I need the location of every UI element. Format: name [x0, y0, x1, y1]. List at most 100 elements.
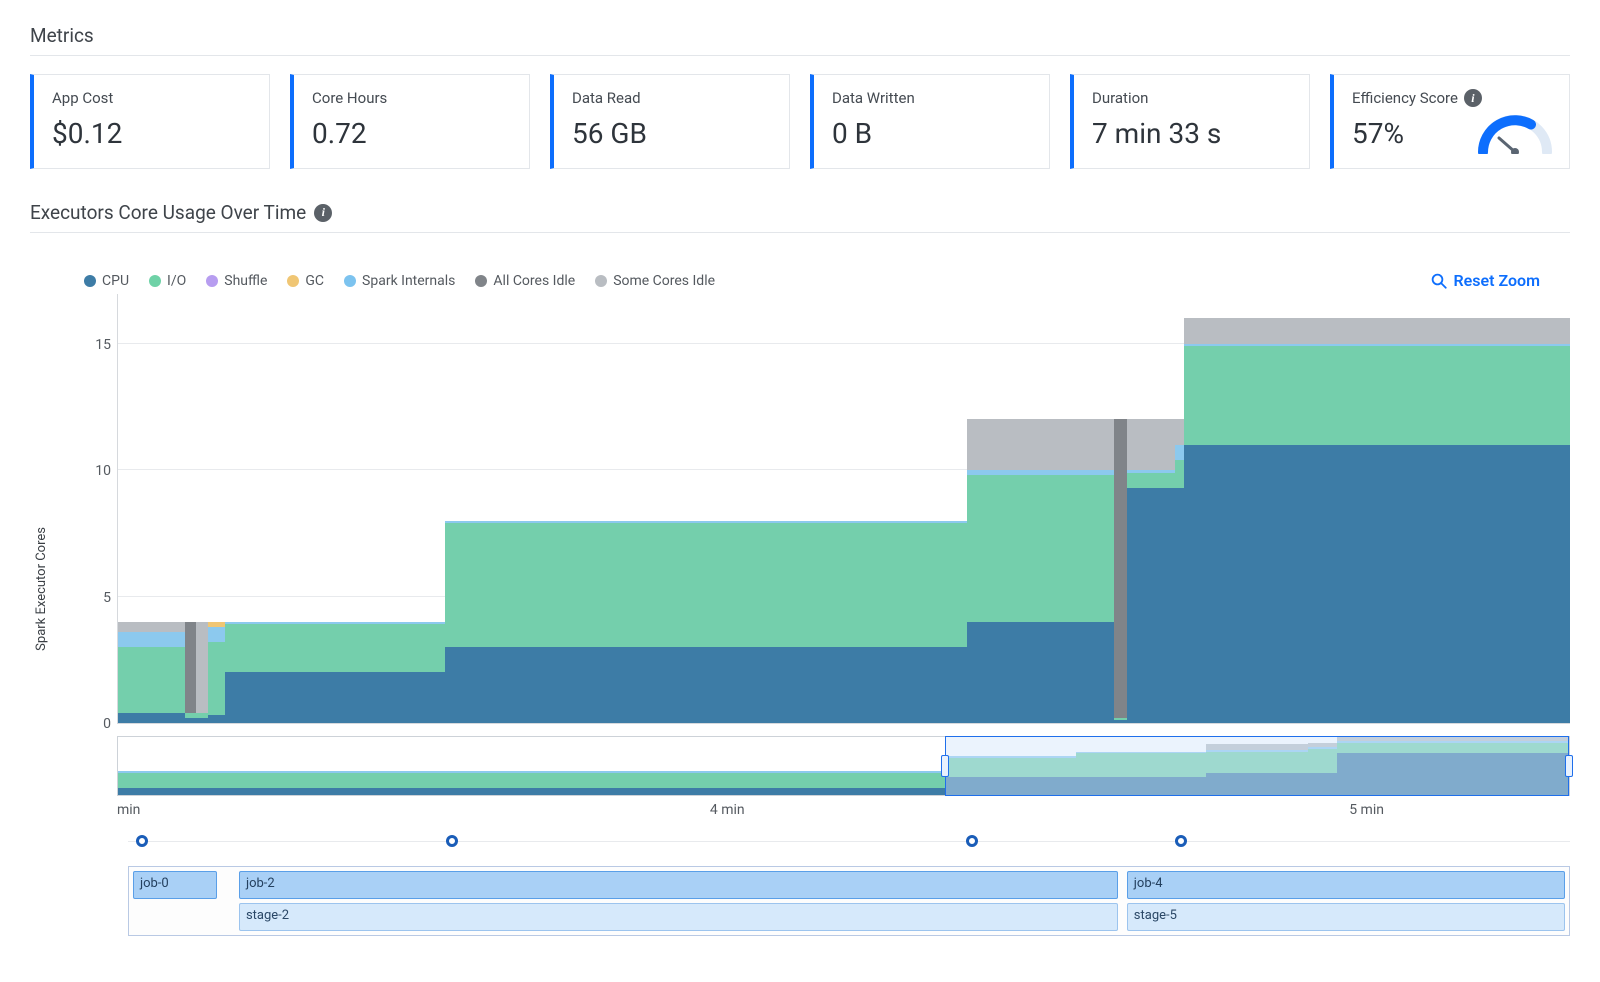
event-marker-icon[interactable]: [136, 835, 148, 847]
legend-swatch: [149, 275, 161, 287]
metric-card-data-read: Data Read 56 GB: [550, 74, 790, 169]
chart-segment-spark-internals: [208, 627, 225, 642]
stage-bar-stage-2[interactable]: stage-2: [239, 903, 1118, 931]
efficiency-gauge-icon: [1475, 112, 1555, 158]
overview-chart[interactable]: [117, 736, 1570, 796]
metric-card-label: Efficiency Scorei: [1352, 89, 1551, 107]
divider: [30, 55, 1570, 56]
chart-segment-i-o: [786, 523, 968, 647]
section-title-metrics: Metrics: [30, 24, 1570, 47]
chart-segment-all-cores-idle: [1114, 419, 1127, 717]
chart-segment-i-o: [196, 713, 208, 718]
metric-card-data-written: Data Written 0 B: [810, 74, 1050, 169]
info-icon[interactable]: i: [1464, 89, 1482, 107]
overview-segment: [118, 771, 945, 773]
event-marker-icon[interactable]: [1175, 835, 1187, 847]
chart-segment-i-o: [1114, 718, 1127, 721]
chart-segment-i-o: [1175, 460, 1184, 488]
metric-card-label-text: Data Written: [832, 89, 915, 107]
gantt-row-stages: stage-2 stage-5: [133, 903, 1565, 931]
event-marker-icon[interactable]: [966, 835, 978, 847]
chart-segment-cpu: [225, 672, 444, 723]
chart-segment-cpu: [1127, 488, 1175, 723]
metric-card-value: 56 GB: [572, 117, 771, 150]
legend-swatch: [206, 275, 218, 287]
y-axis-label: Spark Executor Cores: [30, 467, 49, 651]
chart-segment-i-o: [1184, 346, 1570, 445]
metric-card-label-text: App Cost: [52, 89, 113, 107]
legend-label: GC: [305, 273, 324, 289]
metric-card-value: 7 min 33 s: [1092, 117, 1291, 150]
divider: [30, 232, 1570, 233]
chart-segment-spark-internals: [225, 622, 444, 625]
legend-item-cpu[interactable]: CPU: [84, 273, 129, 289]
legend-item-i-o[interactable]: I/O: [149, 273, 186, 289]
chart-segment-spark-internals: [1127, 470, 1175, 473]
job-bar-job-4[interactable]: job-4: [1127, 871, 1565, 899]
chart-segment-gc: [208, 622, 225, 627]
y-axis-ticks: 051015: [49, 294, 117, 724]
metric-card-label: Data Read: [572, 89, 771, 107]
chart-segment-some-cores-idle: [1175, 419, 1184, 444]
metric-card-label: Duration: [1092, 89, 1291, 107]
y-tick: 5: [103, 590, 111, 606]
legend-item-shuffle[interactable]: Shuffle: [206, 273, 267, 289]
x-tick: min: [117, 802, 140, 818]
chart-segment-cpu: [118, 713, 185, 723]
job-bar-job-0[interactable]: job-0: [133, 871, 217, 899]
y-tick: 10: [95, 463, 111, 479]
legend-item-some-cores-idle[interactable]: Some Cores Idle: [595, 273, 715, 289]
chart-segment-some-cores-idle: [1184, 318, 1570, 343]
brush-handle[interactable]: [1565, 755, 1573, 777]
metric-card-label-text: Data Read: [572, 89, 641, 107]
reset-zoom-button[interactable]: Reset Zoom: [1430, 271, 1540, 290]
job-bar-job-2[interactable]: job-2: [239, 871, 1118, 899]
reset-zoom-label: Reset Zoom: [1454, 271, 1540, 290]
event-marker-row: [128, 824, 1570, 858]
gantt-row-jobs: job-0 job-2 job-4: [133, 871, 1565, 899]
stage-bar-stage-5[interactable]: stage-5: [1127, 903, 1565, 931]
metric-card-value: 0.72: [312, 117, 511, 150]
legend-label: Shuffle: [224, 273, 267, 289]
metric-card-core-hours: Core Hours 0.72: [290, 74, 530, 169]
overview-segment: [118, 788, 945, 796]
legend-label: I/O: [167, 273, 186, 289]
info-icon[interactable]: i: [314, 204, 332, 222]
chart-segment-i-o: [225, 624, 444, 672]
y-tick: 0: [103, 716, 111, 732]
legend-label: Some Cores Idle: [613, 273, 715, 289]
legend-item-gc[interactable]: GC: [287, 273, 324, 289]
metric-card-label: Core Hours: [312, 89, 511, 107]
chart-segment-cpu: [196, 718, 208, 723]
chart-segment-cpu: [967, 622, 1114, 723]
metric-card-value: 0 B: [832, 117, 1031, 150]
legend-item-spark-internals[interactable]: Spark Internals: [344, 273, 455, 289]
job-gantt: job-0 job-2 job-4 stage-2 stage-5: [128, 866, 1570, 936]
y-tick: 15: [95, 337, 111, 353]
metric-card-duration: Duration 7 min 33 s: [1070, 74, 1310, 169]
overview-brush[interactable]: [945, 736, 1569, 796]
chart-segment-cpu: [786, 647, 968, 723]
main-chart[interactable]: [117, 294, 1570, 724]
metric-card-label: App Cost: [52, 89, 251, 107]
chart-segment-i-o: [967, 475, 1114, 622]
legend-swatch: [475, 275, 487, 287]
chart-segment-cpu: [185, 718, 197, 723]
legend-swatch: [595, 275, 607, 287]
legend-item-all-cores-idle[interactable]: All Cores Idle: [475, 273, 575, 289]
legend-swatch: [287, 275, 299, 287]
metric-card-label-text: Duration: [1092, 89, 1148, 107]
chart-segment-some-cores-idle: [1127, 419, 1175, 470]
chart-segment-cpu: [1114, 720, 1127, 723]
chart-segment-some-cores-idle: [196, 622, 208, 713]
event-marker-icon[interactable]: [446, 835, 458, 847]
chart-segment-spark-internals: [786, 521, 968, 524]
metric-cards-row: App Cost$0.12 Core Hours 0.72 Data Read 56 G…: [30, 74, 1570, 169]
legend-label: All Cores Idle: [493, 273, 575, 289]
brush-handle[interactable]: [941, 755, 949, 777]
metric-card-app-cost: App Cost$0.12: [30, 74, 270, 169]
overview-segment: [118, 773, 945, 788]
search-icon: [1430, 272, 1448, 290]
metric-card-label: Data Written: [832, 89, 1031, 107]
legend-label: CPU: [102, 273, 129, 289]
